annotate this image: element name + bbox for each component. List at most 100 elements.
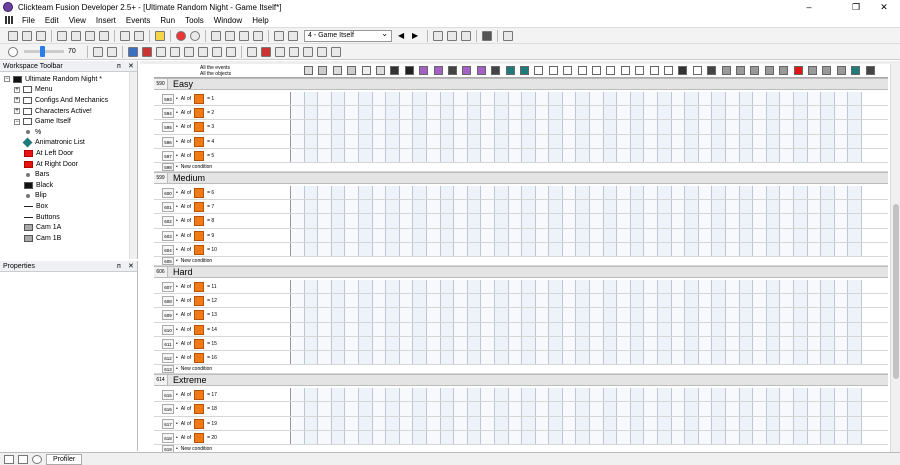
action-cell[interactable] <box>671 280 686 294</box>
action-cell[interactable] <box>793 148 808 162</box>
menu-view[interactable]: View <box>69 16 86 25</box>
grid-icon[interactable] <box>482 30 492 41</box>
action-cell[interactable] <box>535 402 550 416</box>
action-cell[interactable] <box>630 186 645 200</box>
action-cell[interactable] <box>535 322 550 336</box>
object-column-icon[interactable] <box>520 66 529 75</box>
action-cell[interactable] <box>467 200 482 214</box>
action-cell[interactable] <box>617 120 631 134</box>
action-cell[interactable] <box>454 416 468 430</box>
action-cell[interactable] <box>386 294 400 308</box>
action-cell[interactable] <box>685 402 699 416</box>
action-cell[interactable] <box>481 134 495 148</box>
insert-event-icon[interactable] <box>93 46 103 57</box>
action-cell[interactable] <box>658 148 672 162</box>
action-cell[interactable] <box>698 200 713 214</box>
action-cell[interactable] <box>522 322 536 336</box>
action-cell[interactable] <box>617 106 631 120</box>
new-condition[interactable]: • New condition <box>176 163 212 171</box>
condition[interactable]: • AI of = 6 <box>176 188 214 198</box>
condition[interactable]: • AI of = 11 <box>176 282 217 292</box>
action-cell[interactable] <box>454 92 468 106</box>
action-cell[interactable] <box>522 120 536 134</box>
action-cell[interactable] <box>576 148 591 162</box>
action-cell[interactable] <box>440 308 455 322</box>
condition[interactable]: • AI of = 10 <box>176 244 217 255</box>
action-cell[interactable] <box>630 336 645 350</box>
action-cell[interactable] <box>454 148 468 162</box>
action-cell[interactable] <box>372 186 387 200</box>
action-cell[interactable] <box>358 214 373 228</box>
action-cell[interactable] <box>834 351 849 365</box>
object-column-icon[interactable] <box>433 66 443 75</box>
action-cell[interactable] <box>494 120 509 134</box>
action-cell[interactable] <box>291 388 305 402</box>
action-cell[interactable] <box>780 200 794 214</box>
condition[interactable]: • AI of = 7 <box>176 202 214 213</box>
action-cell[interactable] <box>590 228 604 242</box>
action-cell[interactable] <box>576 200 591 214</box>
action-cell[interactable] <box>481 416 495 430</box>
action-cell[interactable] <box>291 214 305 228</box>
action-cell[interactable] <box>780 120 794 134</box>
action-cell[interactable] <box>739 430 754 444</box>
action-cell[interactable] <box>345 336 359 350</box>
action-cell[interactable] <box>766 308 781 322</box>
object-column-icon[interactable] <box>390 66 400 75</box>
new-condition-row[interactable]: 605 • New condition <box>154 257 888 266</box>
action-cell[interactable] <box>494 92 509 106</box>
action-cell[interactable] <box>834 148 849 162</box>
action-cell[interactable] <box>671 336 686 350</box>
object-column-icon[interactable] <box>736 66 745 75</box>
object-list-icon[interactable] <box>198 46 208 57</box>
action-cell[interactable] <box>793 322 808 336</box>
filter-actions-icon[interactable] <box>156 46 166 57</box>
action-cell[interactable] <box>304 430 319 444</box>
action-cell[interactable] <box>345 92 359 106</box>
action-cell[interactable] <box>291 106 305 120</box>
action-cell[interactable] <box>467 416 482 430</box>
zoom-icon[interactable] <box>8 46 18 57</box>
menu-tools[interactable]: Tools <box>185 16 204 25</box>
action-cell[interactable] <box>345 106 359 120</box>
action-cell[interactable] <box>617 294 631 308</box>
action-cell[interactable] <box>834 186 849 200</box>
action-cell[interactable] <box>590 92 604 106</box>
action-cell[interactable] <box>454 402 468 416</box>
action-cell[interactable] <box>630 120 645 134</box>
action-cell[interactable] <box>426 92 441 106</box>
action-cell[interactable] <box>739 106 754 120</box>
expander-icon[interactable]: + <box>14 108 20 115</box>
action-cell[interactable] <box>834 134 849 148</box>
event-row[interactable]: 611 • AI of = 15 <box>154 336 888 351</box>
action-cell[interactable] <box>630 92 645 106</box>
action-cell[interactable] <box>399 134 414 148</box>
action-cell[interactable] <box>726 322 740 336</box>
action-cell[interactable] <box>630 242 645 256</box>
new-icon[interactable] <box>8 30 18 41</box>
action-cell[interactable] <box>766 336 781 350</box>
action-cell[interactable] <box>345 430 359 444</box>
action-cell[interactable] <box>807 322 822 336</box>
group-header[interactable]: 614 Extreme <box>154 374 888 387</box>
action-cell[interactable] <box>576 294 591 308</box>
bookmark-icon[interactable] <box>226 46 236 57</box>
action-cell[interactable] <box>467 430 482 444</box>
action-cell[interactable] <box>780 430 794 444</box>
object-column-icon[interactable] <box>448 66 457 75</box>
action-cell[interactable] <box>603 416 618 430</box>
action-cell[interactable] <box>413 120 427 134</box>
action-cell[interactable] <box>304 322 319 336</box>
action-cell[interactable] <box>467 402 482 416</box>
action-cell[interactable] <box>590 134 604 148</box>
action-cell[interactable] <box>318 430 332 444</box>
action-cell[interactable] <box>481 120 495 134</box>
action-cell[interactable] <box>807 214 822 228</box>
action-cell[interactable] <box>291 308 305 322</box>
next-frame-icon[interactable]: ▶ <box>412 31 422 41</box>
action-cell[interactable] <box>712 308 726 322</box>
action-cell[interactable] <box>345 322 359 336</box>
object-column-icon[interactable] <box>505 66 515 75</box>
action-cell[interactable] <box>535 388 550 402</box>
action-cell[interactable] <box>318 92 332 106</box>
